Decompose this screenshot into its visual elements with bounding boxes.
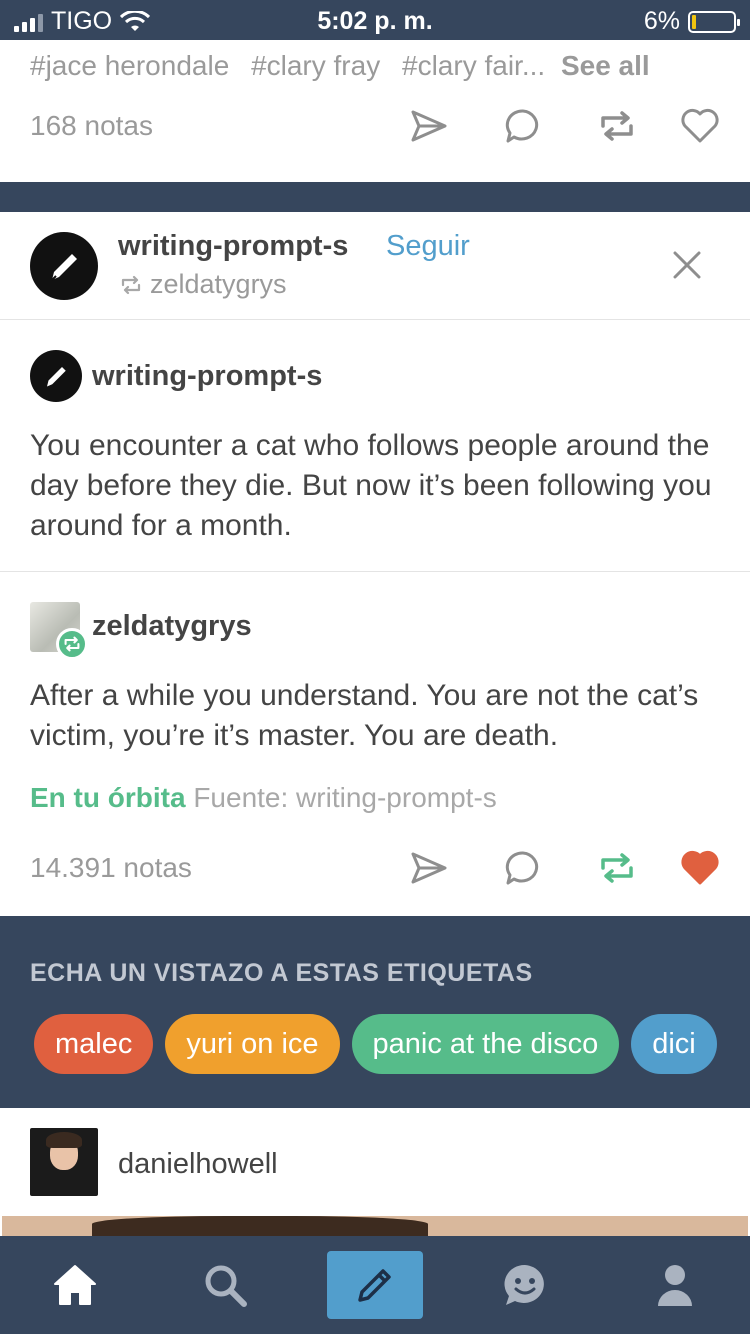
blog-name[interactable]: danielhowell — [118, 1148, 278, 1181]
tag-pill[interactable]: malec — [34, 1014, 154, 1074]
trail-blog-name[interactable]: writing-prompt-s — [92, 360, 322, 393]
post-footer: 14.391 notas — [30, 844, 720, 892]
blog-name[interactable]: writing-prompt-s — [118, 230, 348, 263]
reblog-icon[interactable] — [570, 851, 664, 885]
trail-body: After a while you understand. You are no… — [30, 679, 699, 752]
pen-icon — [51, 254, 77, 281]
trail-item: writing-prompt-s You encounter a cat who… — [0, 320, 750, 572]
tag-link[interactable]: #jace herondale — [30, 50, 229, 81]
trail-body: You encounter a cat who follows people a… — [30, 429, 712, 542]
reblogger-name: zeldatygrys — [150, 269, 287, 299]
post-actions — [382, 850, 720, 886]
previous-post-card: #jace herondale #clary fray #clary fair.… — [0, 40, 750, 182]
tag-pills: malec yuri on ice panic at the disco dic… — [34, 1014, 717, 1074]
tag-link[interactable]: #clary fair... — [402, 50, 545, 81]
like-icon[interactable] — [664, 108, 720, 144]
reply-icon[interactable] — [476, 850, 570, 886]
tab-bar — [0, 1236, 750, 1334]
post-footer: 168 notas — [30, 102, 720, 150]
reblog-small-icon — [121, 275, 141, 294]
post-header: writing-prompt-s Seguir zeldatygrys — [0, 212, 750, 320]
follow-button[interactable]: Seguir — [386, 230, 470, 263]
reply-icon[interactable] — [476, 108, 570, 144]
notes-count[interactable]: 168 notas — [30, 110, 382, 142]
battery-icon — [688, 10, 740, 33]
pen-icon — [47, 367, 66, 387]
reblog-badge-icon — [56, 628, 88, 660]
account-icon[interactable] — [627, 1236, 723, 1334]
clock: 5:02 p. m. — [317, 7, 433, 35]
next-post-card: danielhowell — [0, 1108, 750, 1236]
post-photo[interactable] — [2, 1216, 748, 1236]
trail-blog-name[interactable]: zeldatygrys — [92, 610, 252, 643]
orbit-label[interactable]: En tu órbita — [30, 782, 186, 813]
share-icon[interactable] — [382, 109, 476, 143]
post-card: writing-prompt-s Seguir zeldatygrys writ… — [0, 212, 750, 916]
reblog-icon[interactable] — [570, 109, 664, 143]
trail-avatar[interactable] — [30, 350, 82, 402]
tag-link[interactable]: #clary fray — [251, 50, 380, 81]
tag-pill[interactable]: dici — [631, 1014, 717, 1074]
messaging-icon[interactable] — [477, 1236, 573, 1334]
status-bar: TIGO 5:02 p. m. 6% — [0, 0, 750, 40]
like-icon[interactable] — [664, 850, 720, 886]
blog-avatar[interactable] — [30, 232, 98, 300]
post-source: En tu órbita Fuente: writing-prompt-s — [30, 782, 497, 814]
trail-item: zeldatygrys After a while you understand… — [0, 572, 750, 916]
notes-count[interactable]: 14.391 notas — [30, 852, 382, 884]
post-tags: #jace herondale #clary fray #clary fair.… — [30, 50, 650, 82]
see-all-tags-link[interactable]: See all — [561, 50, 650, 81]
battery-info: 6% — [643, 7, 740, 36]
share-icon[interactable] — [382, 851, 476, 885]
tag-pill[interactable]: yuri on ice — [165, 1014, 340, 1074]
battery-percent: 6% — [643, 7, 680, 35]
explore-tags-section: ECHA UN VISTAZO A ESTAS ETIQUETAS malec … — [0, 916, 750, 1108]
tag-pill[interactable]: panic at the disco — [351, 1014, 620, 1074]
blog-avatar[interactable] — [30, 1128, 98, 1196]
post-actions — [382, 108, 720, 144]
reblogged-from[interactable]: zeldatygrys — [120, 269, 287, 300]
compose-icon[interactable] — [327, 1251, 423, 1319]
search-icon[interactable] — [177, 1236, 273, 1334]
home-icon[interactable] — [27, 1236, 123, 1334]
section-title: ECHA UN VISTAZO A ESTAS ETIQUETAS — [30, 959, 533, 987]
source-link[interactable]: Fuente: writing-prompt-s — [193, 782, 496, 813]
close-icon[interactable] — [672, 250, 702, 285]
